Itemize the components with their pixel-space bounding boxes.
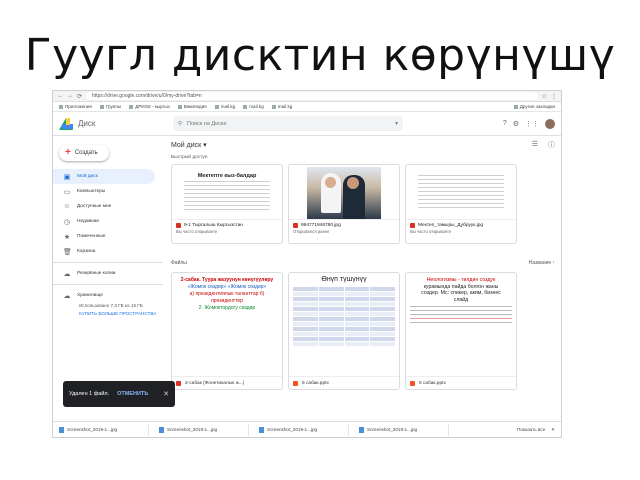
reload-icon[interactable]: ⟳ <box>77 93 82 100</box>
shared-icon: ☺ <box>63 203 71 210</box>
gear-icon[interactable]: ⚙ <box>513 120 519 128</box>
cloud-icon: ☁ <box>63 270 71 278</box>
menu-icon[interactable]: ⋮ <box>551 93 557 100</box>
sidebar-item-starred[interactable]: ★ Помеченные <box>53 229 163 244</box>
sidebar-item-computers[interactable]: ▭ Компьютеры <box>53 184 163 199</box>
bookmark-item[interactable]: ДРИЭЗ - кыргыз <box>129 104 170 109</box>
avatar[interactable] <box>545 118 555 129</box>
close-icon[interactable]: ✕ <box>551 427 555 433</box>
cloud-outline-icon: ☁ <box>63 292 71 300</box>
help-icon[interactable]: ? <box>503 120 507 127</box>
slide-table-thumbnail <box>292 286 396 347</box>
drive-app-name: Диск <box>78 119 96 128</box>
main-content: Мой диск ▾ ☰ ⓘ Быстрый доступ Мектепте к… <box>165 137 561 437</box>
quick-access-label: Быстрый доступ <box>171 155 208 160</box>
show-all-button[interactable]: Показать все <box>517 427 545 432</box>
back-icon[interactable]: ← <box>57 93 63 99</box>
storage-usage: Использовано 7,3 ГБ из 15 ГБ <box>79 303 143 308</box>
file-icon <box>59 426 64 433</box>
chevron-down-icon[interactable]: ▾ <box>395 121 398 127</box>
toast-message: Удален 1 файл. <box>69 391 110 397</box>
drive-icon: ▣ <box>63 173 71 181</box>
bookmark-item[interactable]: Приложения <box>59 104 92 109</box>
sidebar-item-recent[interactable]: ◷ Недавние <box>53 214 163 229</box>
file-card[interactable]: 2-сабак. Туура жазуунун көнүгүүлөрү «Жом… <box>171 272 283 390</box>
download-item[interactable]: Screenshot_2019-1...jpg <box>159 423 249 436</box>
star-bookmark-icon[interactable]: ☆ <box>542 93 547 100</box>
upgrade-storage-link[interactable]: КУПИТЬ БОЛЬШЕ ПРОСТРАНСТВА <box>79 311 163 317</box>
new-button[interactable]: + Создать <box>59 145 109 161</box>
doc-thumbnail: Мектепте кыз-балдар <box>172 165 282 220</box>
pdf-icon <box>410 223 415 228</box>
sidebar-item-my-drive[interactable]: ▣ Мой диск <box>53 169 155 184</box>
info-icon[interactable]: ⓘ <box>548 140 555 150</box>
download-item[interactable]: Screenshot_2019-1...jpg <box>259 423 349 436</box>
clock-icon: ◷ <box>63 218 71 226</box>
pdf-icon <box>176 223 181 228</box>
breadcrumb[interactable]: Мой диск ▾ <box>171 141 207 149</box>
sort-button[interactable]: Название ↑ <box>529 260 555 266</box>
drive-screenshot: ← → ⟳ https://drive.google.com/drive/u/0… <box>52 90 562 438</box>
storage-info: Использовано 7,3 ГБ из 15 ГБ КУПИТЬ БОЛЬ… <box>53 303 163 317</box>
new-button-label: Создать <box>74 150 98 156</box>
bookmark-item[interactable]: Другие закладки <box>513 104 555 109</box>
file-card[interactable]: Неологизмы - тилдин создук курамында пай… <box>405 272 517 390</box>
quick-access-card[interactable]: 994771946780.jpg Открывался ранее <box>288 164 400 244</box>
files-label: Файлы <box>171 260 187 266</box>
bookmark-item[interactable]: Википедия <box>177 104 207 109</box>
apps-grid-icon[interactable]: ⋮⋮ <box>525 120 539 128</box>
browser-toolbar: ← → ⟳ https://drive.google.com/drive/u/0… <box>53 91 561 102</box>
slides-icon <box>293 380 298 386</box>
file-icon <box>359 426 364 433</box>
quick-access-row: Мектепте кыз-балдар 9-1 Тыргалыш Кыргызс… <box>165 162 561 246</box>
undo-toast: Удален 1 файл. ОТМЕНИТЬ ✕ <box>63 381 175 407</box>
quick-access-card[interactable]: Мектепте кыз-балдар 9-1 Тыргалыш Кыргызс… <box>171 164 283 244</box>
sidebar-item-storage[interactable]: ☁ Хранилище <box>53 288 163 303</box>
trash-icon: 🗑 <box>63 248 72 256</box>
forward-icon[interactable]: → <box>67 93 73 99</box>
file-icon <box>159 426 164 433</box>
photo-thumbnail <box>289 165 399 220</box>
bookmark-item[interactable]: mail.kg <box>214 104 235 109</box>
sidebar-item-trash[interactable]: 🗑 Корзина <box>53 244 163 259</box>
pdf-icon <box>176 380 181 386</box>
quick-access-card[interactable]: Мектеп_тамыры_Дубруук.jpg Вы часто откры… <box>405 164 517 244</box>
file-card[interactable]: Өнүп түшүнүү 5 сабак.pptx <box>288 272 400 390</box>
sidebar-item-backups[interactable]: ☁ Резервные копии <box>53 266 163 281</box>
drive-header: Диск ⚲ Поиск на Диске ▾ ? ⚙ ⋮⋮ <box>53 112 561 136</box>
downloads-bar: Screenshot_2019-1...jpg Screenshot_2019-… <box>53 421 561 437</box>
image-icon <box>293 223 298 228</box>
close-icon[interactable]: ✕ <box>163 390 169 398</box>
address-bar[interactable]: https://drive.google.com/drive/u/0/my-dr… <box>86 92 538 100</box>
bookmark-item[interactable]: mail.kg <box>271 104 292 109</box>
star-icon: ★ <box>63 233 71 241</box>
bookmark-item[interactable]: mail.kg <box>243 104 264 109</box>
search-placeholder: Поиск на Диске <box>187 120 227 127</box>
sidebar-item-shared[interactable]: ☺ Доступные мне <box>53 199 163 214</box>
list-view-icon[interactable]: ☰ <box>532 140 538 150</box>
undo-button[interactable]: ОТМЕНИТЬ <box>117 391 148 397</box>
drive-logo-icon[interactable] <box>59 117 73 130</box>
computer-icon: ▭ <box>63 188 71 196</box>
slide-title: Гуугл дисктин көрүнүшү <box>24 30 616 81</box>
files-grid: 2-сабак. Туура жазуунун көнүгүүлөрү «Жом… <box>165 270 561 392</box>
search-input[interactable]: ⚲ Поиск на Диске ▾ <box>173 116 403 131</box>
doc-thumbnail <box>406 165 516 220</box>
search-icon: ⚲ <box>178 120 183 127</box>
bookmarks-bar: Приложения Группы ДРИЭЗ - кыргыз Википед… <box>53 102 561 112</box>
download-item[interactable]: Screenshot_2019-1...jpg <box>359 423 449 436</box>
plus-icon: + <box>65 147 71 158</box>
file-icon <box>259 426 264 433</box>
bookmark-item[interactable]: Группы <box>99 104 121 109</box>
slides-icon <box>410 380 415 386</box>
download-item[interactable]: Screenshot_2019-1...jpg <box>59 423 149 436</box>
